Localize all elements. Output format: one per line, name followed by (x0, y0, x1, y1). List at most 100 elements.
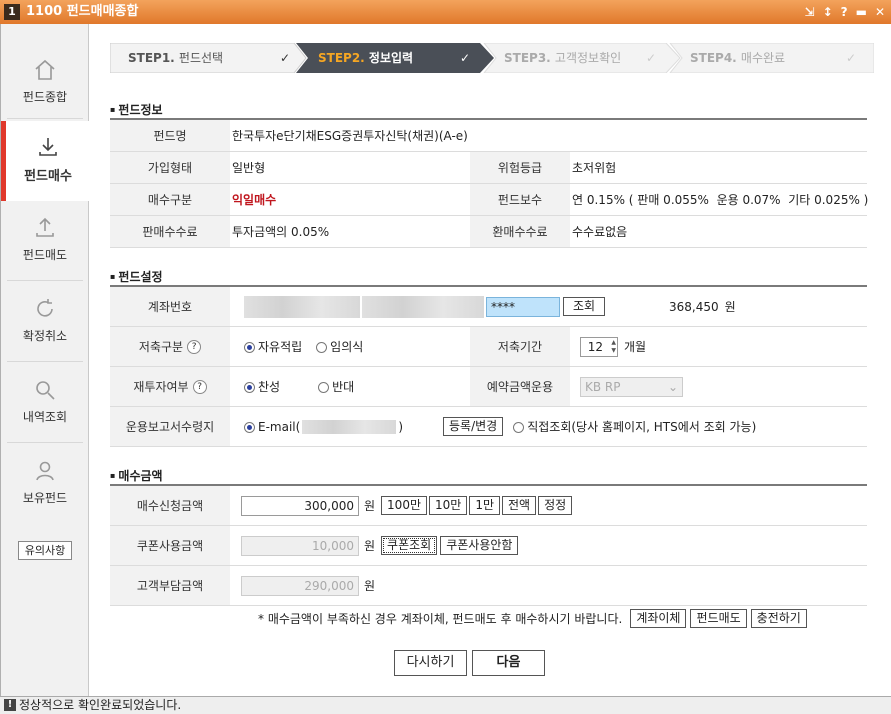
pin-icon[interactable]: ↕ (823, 4, 833, 20)
radio-free-saving-label: 자유적립 (258, 340, 303, 354)
sidebar-item-label: 펀드매수 (24, 169, 72, 184)
check-icon: ✓ (279, 51, 290, 65)
reinvest-label: 재투자여부? (110, 367, 230, 406)
minimize-icon[interactable]: ▬ (856, 4, 867, 20)
step-2: STEP2. 정보입력 ✓ (300, 43, 490, 73)
step-progress: STEP1. 펀드선택 ✓ STEP2. 정보입력 ✓ STEP3. 고객정보확… (110, 43, 874, 73)
all-amount-button[interactable]: 전액 (502, 496, 537, 515)
link-icon[interactable]: ⇲ (805, 4, 815, 20)
reset-button[interactable]: 다시하기 (394, 650, 467, 676)
radio-agree[interactable] (244, 382, 255, 393)
next-button[interactable]: 다음 (472, 650, 545, 676)
coupon-label: 쿠폰사용금액 (110, 526, 230, 565)
coupon-none-button[interactable]: 쿠폰사용안함 (440, 536, 519, 555)
section-title-fund-info: 펀드정보 (110, 101, 162, 118)
sidebar-item-history[interactable]: 내역조회 (1, 364, 89, 444)
help-icon[interactable]: ? (192, 379, 207, 394)
amount-table: 매수신청금액 300,000 원 100만 10만 1만 전액 정정 쿠폰사용금… (110, 484, 867, 606)
password-input[interactable]: **** (486, 296, 560, 317)
step-3-label: 고객정보확인 (554, 51, 622, 65)
step-3-num: STEP3. (504, 51, 551, 65)
saving-period-stepper[interactable]: 12 ▲ ▼ (580, 336, 618, 357)
download-icon (39, 138, 57, 156)
check-icon: ✓ (845, 51, 856, 65)
sidebar-item-fund-overview[interactable]: 펀드종합 (1, 44, 89, 124)
account-number-masked-2[interactable] (362, 295, 484, 318)
sidebar-item-fund-buy[interactable]: 펀드매수 (1, 121, 90, 201)
report-direct-label: 직접조회(당사 홈페이지, HTS에서 조회 가능) (527, 420, 757, 434)
radio-free-saving[interactable] (244, 342, 255, 353)
fund-sell-button[interactable]: 펀드매도 (690, 609, 747, 628)
fund-info-table: 펀드명 한국투자e단기채ESG증권투자신탁(채권)(A-e) 가입형태 일반형 … (110, 118, 868, 248)
radio-direct[interactable] (513, 422, 525, 433)
step-2-num: STEP2. (318, 51, 365, 65)
risk-label: 위험등급 (470, 152, 570, 183)
saving-period-unit: 개월 (624, 340, 647, 354)
fee-label: 펀드보수 (470, 184, 570, 215)
redeem-fee-label: 환매수수료 (470, 216, 570, 247)
user-icon (36, 461, 54, 481)
join-type-value: 일반형 (232, 161, 266, 175)
buy-type-value: 익일매수 (232, 193, 277, 207)
customer-unit: 원 (364, 579, 376, 593)
step-4: STEP4. 매수완료 ✓ (672, 43, 874, 73)
request-unit: 원 (364, 499, 376, 513)
risk-value: 초저위험 (572, 161, 617, 175)
check-icon: ✓ (459, 51, 470, 65)
request-amount-input[interactable]: 300,000 (241, 495, 359, 516)
radio-agree-label: 찬성 (258, 380, 281, 394)
radio-arbitrary[interactable] (316, 342, 328, 353)
sidebar-item-fund-sell[interactable]: 펀드매도 (1, 202, 89, 282)
customer-amount-label: 고객부담금액 (110, 566, 230, 605)
quick-1m-button[interactable]: 100만 (381, 496, 427, 515)
amount-note-bar: * 매수금액이 부족하신 경우 계좌이체, 펀드매도 후 매수하시기 바랍니다.… (258, 609, 807, 628)
quick-10k-button[interactable]: 1만 (469, 496, 500, 515)
coupon-unit: 원 (364, 539, 376, 553)
title-bar: 1 1100 펀드매매종합 ⇲ ↕ ? ▬ ✕ (0, 0, 891, 24)
sidebar-item-holdings[interactable]: 보유펀드 (1, 445, 89, 525)
saving-period-label: 저축기간 (470, 327, 570, 366)
sidebar: 펀드종합 펀드매수 펀드매도 확정취소 내역조회 보유펀드 유의사항 (0, 24, 90, 696)
buy-type-label: 매수구분 (110, 184, 230, 215)
email-masked (302, 419, 397, 434)
correct-button[interactable]: 정정 (538, 496, 573, 515)
help-icon[interactable]: ? (841, 4, 848, 20)
register-change-button[interactable]: 등록/변경 (443, 417, 504, 436)
home-icon (35, 59, 55, 80)
account-number-masked[interactable] (244, 295, 360, 318)
radio-arbitrary-label: 임의식 (330, 340, 364, 354)
step-3: STEP3. 고객정보확인 ✓ (486, 43, 676, 73)
amount-note: * 매수금액이 부족하신 경우 계좌이체, 펀드매도 후 매수하시기 바랍니다. (258, 612, 623, 626)
step-1-label: 펀드선택 (178, 51, 224, 65)
step-4-label: 매수완료 (740, 51, 786, 65)
fund-name-value: 한국투자e단기채ESG증권투자신탁(채권)(A-e) (232, 129, 468, 143)
charge-button[interactable]: 충전하기 (750, 609, 807, 628)
sales-fee-label: 판매수수료 (110, 216, 230, 247)
help-icon[interactable]: ? (187, 339, 202, 354)
coupon-lookup-button[interactable]: 쿠폰조회 (381, 536, 438, 555)
transfer-button[interactable]: 계좌이체 (630, 609, 687, 628)
sidebar-item-label: 보유펀드 (22, 491, 68, 505)
step-4-num: STEP4. (690, 51, 737, 65)
close-icon[interactable]: ✕ (875, 4, 885, 20)
step-2-label: 정보입력 (368, 51, 414, 65)
redeem-fee-value: 수수료없음 (572, 225, 628, 239)
section-title-amount: 매수금액 (110, 467, 162, 484)
coupon-amount-input: 10,000 (241, 535, 359, 556)
quick-100k-button[interactable]: 10만 (429, 496, 468, 515)
lookup-button[interactable]: 조회 (563, 297, 605, 316)
check-icon: ✓ (645, 51, 656, 65)
radio-disagree[interactable] (318, 382, 330, 393)
radio-email[interactable] (244, 422, 255, 433)
sidebar-item-cancel[interactable]: 확정취소 (1, 283, 89, 363)
report-email-close: ) (398, 419, 403, 434)
sidebar-item-label: 확정취소 (22, 329, 68, 343)
radio-disagree-label: 반대 (332, 380, 355, 394)
report-label: 운용보고서수령지 (110, 407, 230, 446)
status-message: 정상적으로 확인완료되었습니다. (19, 698, 182, 712)
step-1-num: STEP1. (128, 51, 175, 65)
notice-button[interactable]: 유의사항 (18, 541, 72, 560)
saving-type-label: 저축구분? (110, 327, 230, 366)
customer-amount-input: 290,000 (241, 575, 359, 596)
fund-name-label: 펀드명 (110, 120, 230, 151)
